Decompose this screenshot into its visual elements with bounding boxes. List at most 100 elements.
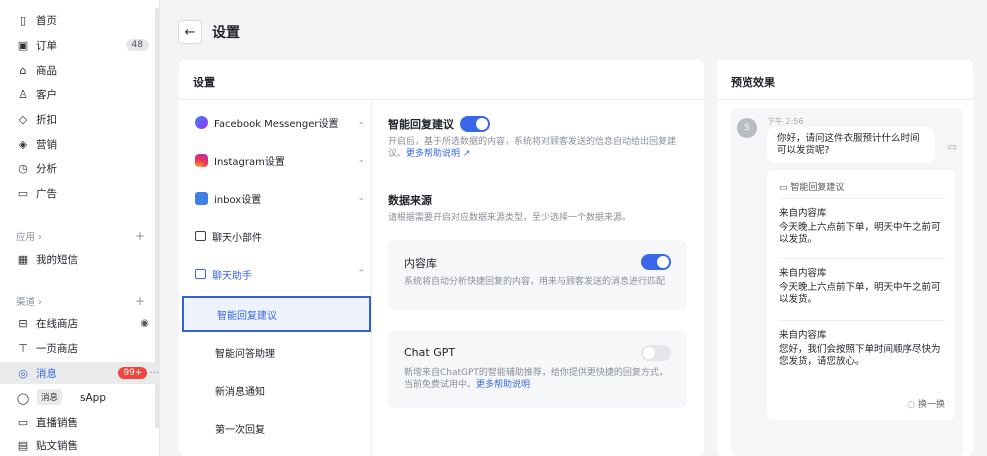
suggestion-item[interactable]: 来自内容库 今天晚上六点前下单，明天中午之前可以发货。	[779, 268, 945, 306]
nav-inbox[interactable]: inbox设置 ⌄	[195, 188, 365, 208]
arrow-left-icon: ←	[184, 24, 196, 40]
sidebar-item-discounts[interactable]: ◇ 折扣	[16, 108, 149, 130]
chevron-down-icon: ⌄	[357, 193, 365, 203]
whatsapp-icon: ◯	[16, 391, 30, 405]
divider	[779, 258, 945, 259]
sidebar-item-post-sales[interactable]: ▤ 贴文销售	[16, 434, 149, 456]
live-icon: ▭	[17, 415, 29, 429]
preview-title: 预览效果	[731, 76, 775, 89]
help-link[interactable]: 更多帮助说明	[476, 380, 530, 390]
suggest-icon: ▭	[779, 183, 791, 193]
divider	[717, 99, 973, 100]
marketing-icon: ◈	[18, 137, 28, 151]
eye-icon[interactable]: ◉	[140, 318, 149, 329]
sidebar-item-customers[interactable]: ♙ 客户	[16, 83, 149, 105]
suggest-icon[interactable]: ▭	[948, 142, 957, 153]
preview-card: 预览效果 S 下午 2:56 你好，请问这件衣服预计什么时间可以发货呢? ▭ ▭…	[717, 60, 973, 456]
chatgpt-toggle[interactable]	[641, 345, 671, 361]
sidebar-item-label: 营销	[36, 138, 57, 151]
nav-facebook-messenger[interactable]: Facebook Messenger设置 ⌄	[195, 112, 365, 132]
sidebar-item-label: 客户	[36, 88, 57, 101]
settings-card: 设置 Facebook Messenger设置 ⌄ Instagram设置 ⌄ …	[179, 60, 704, 456]
smart-reply-toggle[interactable]	[460, 116, 490, 132]
divider	[371, 99, 372, 456]
suggestion-header: ▭ 智能回复建议	[779, 183, 845, 193]
instagram-icon	[195, 153, 208, 167]
sidebar: ▯ 首页 ▣ 订单 48 ⌂ 商品 ♙ 客户 ◇ 折扣 ◈ 营销 ◷ 分析 ▭ …	[0, 0, 160, 456]
content-library-toggle[interactable]	[641, 254, 671, 270]
post-icon: ▤	[17, 438, 29, 452]
nav-new-message-notify[interactable]: 新消息通知	[215, 380, 365, 400]
sidebar-item-label: 在线商店	[36, 317, 78, 330]
sidebar-item-label: 贴文销售	[36, 439, 78, 452]
smart-reply-title: 智能回复建议	[388, 116, 490, 132]
more-icon[interactable]: ···	[149, 368, 159, 379]
discount-icon: ◇	[18, 112, 28, 126]
product-icon: ⌂	[19, 63, 27, 77]
divider	[779, 198, 945, 199]
customer-message: 你好，请问这件衣服预计什么时间可以发货呢?	[767, 127, 935, 163]
store-icon: ⊟	[18, 316, 28, 330]
nav-smart-qa[interactable]: 智能问答助理	[215, 342, 365, 362]
nav-first-reply[interactable]: 第一次回复	[215, 418, 365, 438]
sidebar-item-live-sales[interactable]: ▭ 直播销售	[16, 411, 149, 433]
nav-chat-assistant[interactable]: 聊天助手 ⌃	[195, 264, 365, 284]
refresh-icon: ◌	[907, 400, 918, 410]
chat-widget-icon	[195, 231, 206, 241]
sidebar-item-onepage-store[interactable]: ⊤ 一页商店	[16, 337, 149, 359]
onepage-icon: ⊤	[18, 341, 28, 355]
sidebar-item-label: 我的短信	[36, 253, 78, 266]
smart-reply-desc: 开启后，基于所选数据的内容，系统将对顾客发送的信息自动给出回复建议。更多帮助说明…	[388, 137, 677, 159]
sidebar-item-messages[interactable]: ◎ 消息 99+ ···	[0, 362, 159, 384]
refresh-button[interactable]: ◌ 换一换	[907, 397, 945, 410]
sidebar-item-online-store[interactable]: ⊟ 在线商店 ◉	[16, 312, 149, 334]
back-button[interactable]: ←	[178, 20, 202, 44]
sidebar-item-label: 商品	[36, 64, 57, 77]
sidebar-item-products[interactable]: ⌂ 商品	[16, 59, 149, 81]
sidebar-item-whatsapp[interactable]: ◯ sApp	[16, 387, 149, 409]
sidebar-item-label: 订单	[36, 39, 57, 52]
source-desc: 系统将自动分析快捷回复的内容，用来与顾客发送的消息进行匹配	[404, 277, 666, 287]
sidebar-item-analytics[interactable]: ◷ 分析	[16, 157, 149, 179]
avatar: S	[737, 118, 757, 138]
sidebar-item-label: 首页	[36, 14, 57, 27]
channels-section-header[interactable]: 渠道 › +	[16, 294, 145, 308]
sidebar-item-label: 一页商店	[36, 342, 78, 355]
nav-smart-reply[interactable]: 智能回复建议	[182, 296, 371, 332]
help-link[interactable]: 更多帮助说明 ↗	[406, 149, 470, 159]
nav-chat-widget[interactable]: 聊天小部件	[195, 226, 365, 246]
sidebar-item-label: 广告	[36, 187, 57, 200]
sidebar-item-home[interactable]: ▯ 首页	[16, 9, 149, 31]
settings-card-title: 设置	[193, 76, 215, 89]
home-icon: ▯	[19, 13, 27, 27]
chat-assistant-icon	[195, 269, 206, 279]
sidebar-item-my-sms[interactable]: ▦ 我的短信	[16, 248, 149, 270]
chevron-up-icon: ⌃	[357, 269, 365, 279]
analytics-icon: ◷	[18, 161, 28, 175]
inbox-icon	[195, 191, 208, 205]
apps-section-header[interactable]: 应用 › +	[16, 229, 145, 243]
messenger-icon	[195, 115, 208, 129]
suggestion-item[interactable]: 来自内容库 今天晚上六点前下单，明天中午之前可以发货。	[779, 208, 945, 246]
add-channel-icon[interactable]: +	[135, 294, 145, 308]
sidebar-item-orders[interactable]: ▣ 订单 48	[16, 34, 149, 56]
message-time: 下午 2:56	[767, 117, 804, 126]
sidebar-item-ads[interactable]: ▭ 广告	[16, 182, 149, 204]
order-count-badge: 48	[125, 39, 149, 51]
add-app-icon[interactable]: +	[135, 229, 145, 243]
chevron-down-icon: ⌄	[357, 117, 365, 127]
sidebar-item-label: 消息	[36, 367, 57, 380]
source-chatgpt: Chat GPT 新增来自ChatGPT的智能辅助推荐，给你提供更快捷的回复方式…	[388, 331, 687, 408]
data-source-title: 数据来源	[388, 194, 432, 207]
sidebar-item-marketing[interactable]: ◈ 营销	[16, 133, 149, 155]
data-source-desc: 请根据需要开启对应数据来源类型，至少选择一个数据来源。	[388, 213, 632, 223]
source-name: 内容库	[404, 257, 437, 270]
sidebar-item-label: sApp	[80, 392, 106, 404]
order-icon: ▣	[17, 38, 29, 52]
divider	[779, 320, 945, 321]
source-name: Chat GPT	[404, 346, 456, 359]
sidebar-item-label: 分析	[36, 162, 57, 175]
sidebar-item-label: 折扣	[36, 113, 57, 126]
suggestion-item[interactable]: 来自内容库 您好，我们会按照下单时间顺序尽快为您发货，请您放心。	[779, 330, 945, 368]
nav-instagram[interactable]: Instagram设置 ⌄	[195, 150, 365, 170]
